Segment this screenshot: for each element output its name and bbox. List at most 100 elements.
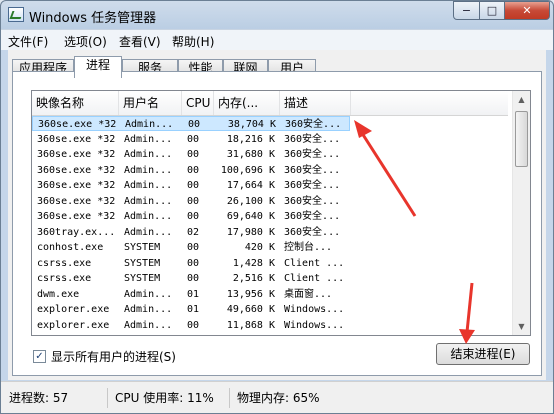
process-user-name: SYSTEM — [124, 273, 161, 284]
table-row[interactable]: 360se.exe *32 Admin... 00 31,680 K 360安全... — [32, 147, 350, 162]
tab-processes[interactable]: 进程 — [74, 56, 122, 78]
process-memory: 38,704 K — [227, 119, 276, 130]
table-row[interactable]: 360se.exe *32 Admin... 00 38,704 K 360安全... — [32, 116, 350, 131]
process-user-name: Admin... — [125, 119, 174, 130]
process-user-name: Admin... — [124, 180, 173, 191]
status-memory-usage: 物理内存: 65% — [237, 391, 320, 405]
process-memory: 49,660 K — [226, 304, 275, 315]
process-image-name: csrss.exe — [37, 273, 92, 284]
table-row[interactable]: 360se.exe *32 Admin... 00 69,640 K 360安全... — [32, 209, 350, 224]
process-memory: 31,680 K — [226, 149, 275, 160]
process-memory: 2,516 K — [232, 273, 275, 284]
process-description: Client ... — [284, 273, 345, 284]
process-memory: 11,868 K — [226, 319, 275, 331]
process-cpu: 00 — [187, 273, 200, 284]
process-user-name: SYSTEM — [124, 242, 161, 253]
process-user-name: Admin... — [124, 319, 173, 331]
process-user-name: Admin... — [124, 195, 173, 207]
table-row[interactable]: conhost.exe SYSTEM 00 420 K 控制台... — [32, 240, 350, 255]
status-bar: 进程数: 57 CPU 使用率: 11% 物理内存: 65% — [1, 381, 553, 413]
table-row[interactable]: 360se.exe *32 Admin... 00 18,216 K 360安全... — [32, 132, 350, 147]
process-memory: 100,696 K — [220, 164, 275, 176]
scroll-down-icon[interactable]: ▼ — [513, 318, 530, 335]
title-bar[interactable]: Windows 任务管理器 − □ ✕ — [1, 1, 553, 29]
process-description: Client ... — [284, 257, 345, 269]
minimize-button[interactable]: − — [453, 1, 480, 20]
process-cpu: 00 — [187, 149, 200, 160]
process-memory: 1,428 K — [232, 257, 275, 269]
table-row[interactable]: explorer.exe Admin... 01 49,660 K Windows... — [32, 302, 350, 317]
process-memory: 17,980 K — [226, 226, 275, 238]
maximize-button[interactable]: □ — [479, 1, 505, 20]
scrollbar-thumb[interactable] — [515, 111, 528, 167]
process-image-name: csrss.exe — [37, 257, 92, 269]
end-process-button[interactable]: 结束进程(E) — [436, 343, 530, 365]
close-button[interactable]: ✕ — [504, 1, 550, 20]
show-all-users-checkbox[interactable]: ✓ — [33, 349, 46, 363]
process-description: Windows... — [284, 319, 345, 331]
process-user-name: Admin... — [124, 164, 173, 176]
table-row[interactable]: 360se.exe *32 Admin... 00 26,100 K 360安全... — [32, 194, 350, 209]
process-description: 360安全... — [284, 133, 341, 145]
processes-panel: 映像名称 用户名 CPU 内存(... 描述 360se.exe *32 Admi… — [12, 71, 542, 376]
process-memory: 26,100 K — [226, 195, 275, 207]
table-row[interactable]: dwm.exe Admin... 01 13,956 K 桌面窗... — [32, 287, 350, 302]
show-all-users-option[interactable]: ✓ 显示所有用户的进程(S) — [33, 348, 176, 364]
menu-bar: 文件(F) 选项(O) 查看(V) 帮助(H) — [1, 29, 553, 50]
process-user-name: Admin... — [124, 211, 173, 222]
menu-help[interactable]: 帮助(H) — [172, 33, 214, 50]
column-user-name[interactable]: 用户名 — [119, 91, 182, 115]
column-description[interactable]: 描述 — [280, 91, 351, 115]
process-memory: 18,216 K — [226, 133, 275, 145]
process-image-name: explorer.exe — [37, 304, 110, 315]
process-memory: 69,640 K — [226, 211, 275, 222]
process-cpu: 01 — [187, 304, 200, 315]
menu-file[interactable]: 文件(F) — [8, 33, 48, 50]
process-cpu: 00 — [187, 164, 200, 176]
process-image-name: 360tray.ex... — [37, 226, 116, 238]
menu-options[interactable]: 选项(O) — [64, 33, 107, 50]
process-description: 360安全... — [284, 149, 341, 160]
process-image-name: 360se.exe *32 — [37, 195, 116, 207]
table-row[interactable]: 360se.exe *32 Admin... 00 100,696 K 360安全... — [32, 163, 350, 178]
menu-view[interactable]: 查看(V) — [119, 33, 161, 50]
table-row[interactable]: 360se.exe *32 Admin... 00 17,664 K 360安全... — [32, 178, 350, 193]
task-manager-window: Windows 任务管理器 − □ ✕ 文件(F) 选项(O) 查看(V) 帮助… — [0, 0, 554, 414]
process-memory: 17,664 K — [226, 180, 275, 191]
column-header-row: 映像名称 用户名 CPU 内存(... 描述 — [32, 91, 508, 116]
process-description: 360安全... — [284, 164, 341, 176]
process-memory: 11,536 K — [215, 333, 275, 335]
table-row[interactable]: explorer.exe Admin... 00 11,868 K Windows... — [32, 318, 350, 333]
column-memory[interactable]: 内存(... — [214, 91, 280, 115]
process-memory: 13,956 K — [226, 288, 275, 300]
window-title: Windows 任务管理器 — [29, 11, 157, 26]
show-all-users-label: 显示所有用户的进程(S) — [51, 349, 176, 364]
table-row[interactable]: csrss.exe SYSTEM 00 1,428 K Client ... — [32, 256, 350, 271]
scroll-up-icon[interactable]: ▲ — [513, 91, 530, 108]
column-cpu[interactable]: CPU — [182, 91, 214, 115]
process-image-name: 360se.exe *32 — [37, 149, 116, 160]
process-image-name: explorer.exe — [37, 333, 119, 335]
table-row[interactable]: explorer.exe Admin... 00 11,536 K Windows... — [32, 333, 350, 335]
process-cpu: 00 — [187, 333, 211, 335]
process-user-name: Admin... — [124, 226, 173, 238]
task-manager-icon — [8, 7, 24, 22]
process-description: Windows... — [284, 304, 345, 315]
process-image-name: 360se.exe *32 — [37, 211, 116, 222]
process-description: 桌面窗... — [284, 288, 333, 300]
vertical-scrollbar[interactable]: ▲ ▼ — [512, 91, 530, 335]
column-image-name[interactable]: 映像名称 — [32, 91, 119, 115]
process-description: Windows... — [284, 333, 350, 335]
process-user-name: Admin... — [124, 333, 182, 335]
process-image-name: explorer.exe — [37, 319, 110, 331]
process-user-name: Admin... — [124, 304, 173, 315]
process-cpu: 00 — [187, 180, 200, 191]
table-row[interactable]: 360tray.ex... Admin... 02 17,980 K 360安全... — [32, 225, 350, 240]
process-list[interactable]: 映像名称 用户名 CPU 内存(... 描述 360se.exe *32 Admi… — [31, 90, 531, 336]
process-image-name: 360se.exe *32 — [37, 180, 116, 191]
status-process-count: 进程数: 57 — [9, 391, 69, 405]
process-cpu: 02 — [187, 226, 200, 238]
table-row[interactable]: csrss.exe SYSTEM 00 2,516 K Client ... — [32, 271, 350, 286]
process-user-name: Admin... — [124, 133, 173, 145]
process-cpu: 01 — [187, 288, 200, 300]
